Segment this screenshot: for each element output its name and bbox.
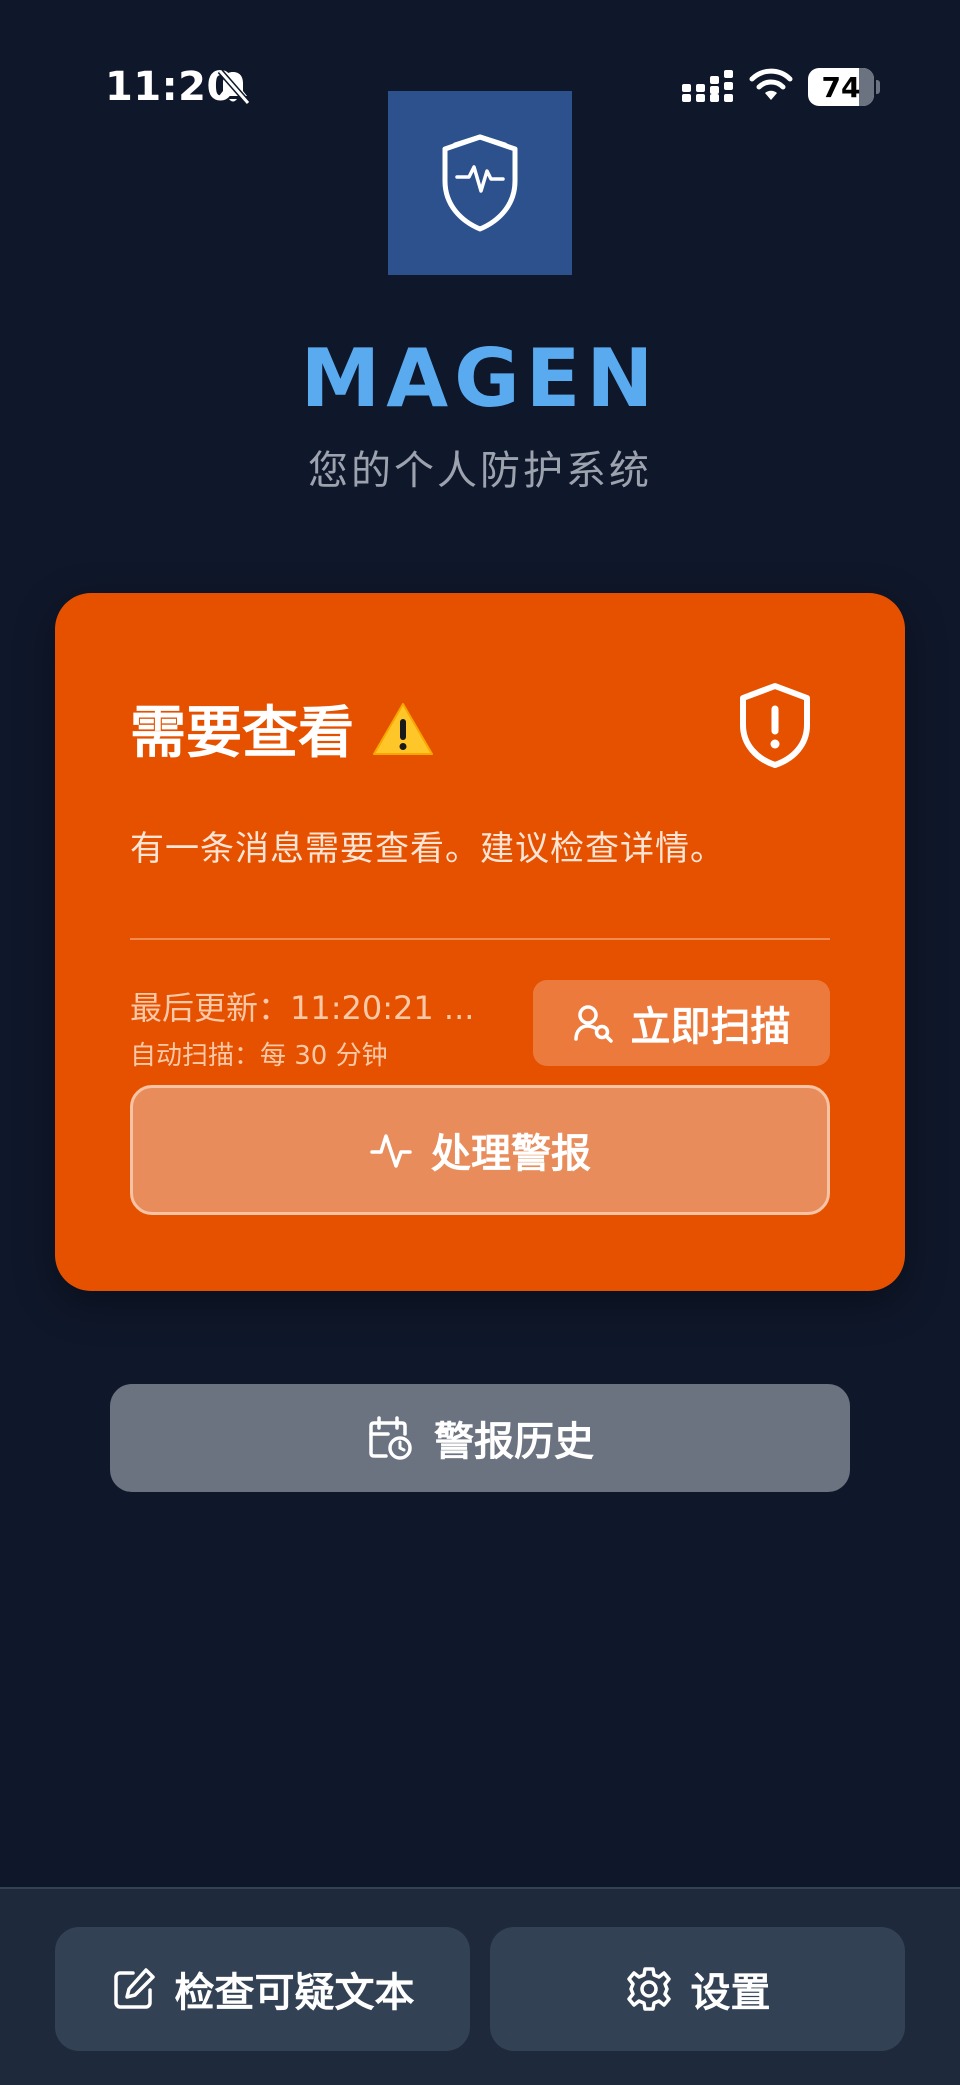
last-update-text: 最后更新：11:20:21 ... bbox=[130, 989, 475, 1027]
handle-alert-label: 处理警报 bbox=[431, 1131, 591, 1177]
check-suspicious-text-label: 检查可疑文本 bbox=[174, 1970, 415, 2016]
battery-indicator: 74 bbox=[808, 68, 880, 106]
alert-history-button[interactable]: 警报历史 bbox=[110, 1384, 850, 1492]
gear-icon bbox=[626, 1967, 671, 2011]
status-card: 需要查看 有一条消息需要查看。建议检查详情。 最后更新：11:20:21 ...… bbox=[55, 593, 905, 1291]
handle-alert-button[interactable]: 处理警报 bbox=[130, 1085, 830, 1215]
scan-now-button[interactable]: 立即扫描 bbox=[533, 980, 830, 1066]
warning-icon bbox=[373, 702, 433, 755]
calendar-clock-icon bbox=[369, 1416, 412, 1460]
auto-scan-text: 自动扫描：每 30 分钟 bbox=[130, 1041, 388, 1071]
status-title-text: 需要查看 bbox=[130, 701, 354, 766]
bell-off-icon bbox=[217, 69, 250, 105]
settings-label: 设置 bbox=[690, 1970, 771, 2016]
scan-now-label: 立即扫描 bbox=[630, 1004, 791, 1050]
battery-level: 74 bbox=[821, 70, 861, 104]
card-divider bbox=[130, 938, 830, 940]
shield-heartbeat-icon bbox=[442, 134, 518, 232]
app-subtitle: 您的个人防护系统 bbox=[308, 448, 652, 494]
wifi-icon bbox=[749, 68, 793, 100]
app-logo bbox=[388, 91, 572, 275]
cellular-signal-icon bbox=[682, 70, 733, 102]
status-message: 有一条消息需要查看。建议检查详情。 bbox=[130, 829, 725, 869]
shield-alert-icon bbox=[740, 683, 810, 768]
settings-button[interactable]: 设置 bbox=[490, 1927, 905, 2051]
activity-icon bbox=[370, 1134, 412, 1168]
status-title: 需要查看 bbox=[130, 688, 434, 769]
user-search-icon bbox=[573, 1005, 613, 1043]
alert-history-label: 警报历史 bbox=[434, 1419, 594, 1465]
check-suspicious-text-button[interactable]: 检查可疑文本 bbox=[55, 1927, 470, 2051]
app-screen: 11:20 74 MAGEN 您的个人防护系统 需要查看 有一条消息需要查看。建… bbox=[0, 0, 960, 2085]
edit-icon bbox=[113, 1968, 155, 2009]
bottom-bar: 检查可疑文本 设置 bbox=[0, 1887, 960, 2085]
app-name: MAGEN bbox=[300, 332, 660, 425]
